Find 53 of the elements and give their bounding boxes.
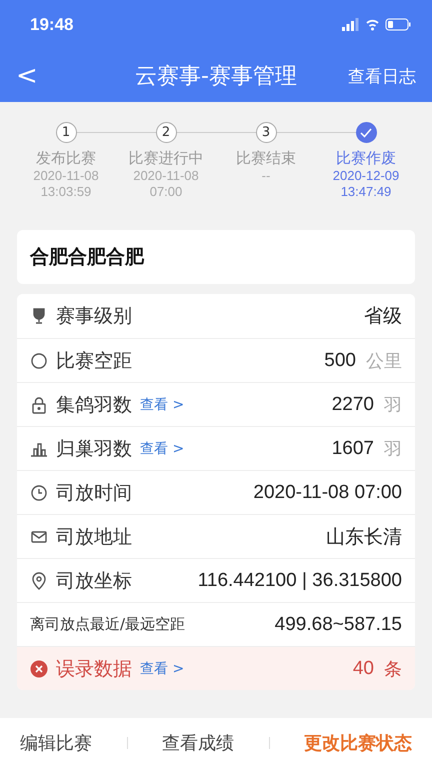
step-date: 2020-12-09: [332, 168, 400, 184]
step-label: 比赛结束: [236, 149, 296, 168]
circle-icon: [30, 352, 48, 370]
race-name: 合肥合肥合肥: [17, 230, 415, 284]
action-button[interactable]: 更改比赛状态: [304, 731, 412, 755]
row-value: 1607: [332, 438, 374, 460]
step-date: 2020-11-08: [133, 168, 199, 184]
step-number: 3: [256, 122, 276, 143]
step-label: 发布比赛: [36, 149, 96, 168]
view-link[interactable]: 查看 >: [140, 660, 184, 678]
row-value: 省级: [364, 305, 402, 329]
row-unit: 公里: [366, 350, 402, 372]
step-time: 13:47:49: [340, 184, 392, 200]
row-value: 山东长清: [326, 526, 402, 550]
row-label: 集鸽羽数: [56, 392, 132, 418]
action-button[interactable]: 编辑比赛: [20, 731, 92, 755]
step-date: 2020-11-08: [33, 168, 99, 184]
row-unit: 羽: [384, 438, 402, 460]
location-pin-icon: [30, 572, 48, 590]
step-number: 2: [156, 122, 176, 143]
row-value: 40: [352, 658, 374, 680]
row-label: 司放坐标: [56, 568, 132, 594]
row-label: 误录数据: [56, 656, 132, 682]
step-time: 07:00: [150, 184, 182, 200]
view-link[interactable]: 查看 >: [140, 440, 184, 458]
step-number: 1: [56, 122, 76, 143]
step-label: 比赛作废: [336, 149, 396, 168]
lock-icon: [30, 396, 48, 414]
view-link[interactable]: 查看 >: [140, 396, 184, 414]
row-value: 500: [324, 350, 356, 372]
row-label: 比赛空距: [56, 348, 132, 374]
row-unit: 羽: [384, 394, 402, 416]
step-label: 比赛进行中: [128, 149, 204, 168]
clock-icon: [30, 484, 48, 502]
row-label: 归巢羽数: [56, 436, 132, 462]
row-value: 499.68~587.15: [274, 614, 402, 636]
back-button[interactable]: <: [16, 61, 38, 91]
row-label: 司放时间: [56, 480, 132, 506]
page-title: 云赛事-赛事管理: [135, 63, 297, 91]
step-date: --: [262, 168, 270, 184]
row-label: 赛事级别: [56, 304, 132, 329]
row-label: 司放地址: [56, 524, 132, 550]
row-value: 2270: [332, 394, 374, 416]
row-label: 离司放点最近/最远空距: [30, 615, 186, 634]
row-unit: 条: [384, 658, 402, 680]
status-icons-drawing: [342, 18, 412, 32]
row-value: 116.442100 | 36.315800: [198, 570, 402, 592]
action-button[interactable]: 查看成绩: [162, 731, 234, 755]
view-log-button[interactable]: 查看日志: [348, 64, 416, 88]
error-icon: [30, 660, 48, 678]
step-time: 13:03:59: [40, 184, 92, 200]
row-value: 2020-11-08 07:00: [253, 482, 402, 504]
status-time: 19:48: [30, 15, 74, 35]
